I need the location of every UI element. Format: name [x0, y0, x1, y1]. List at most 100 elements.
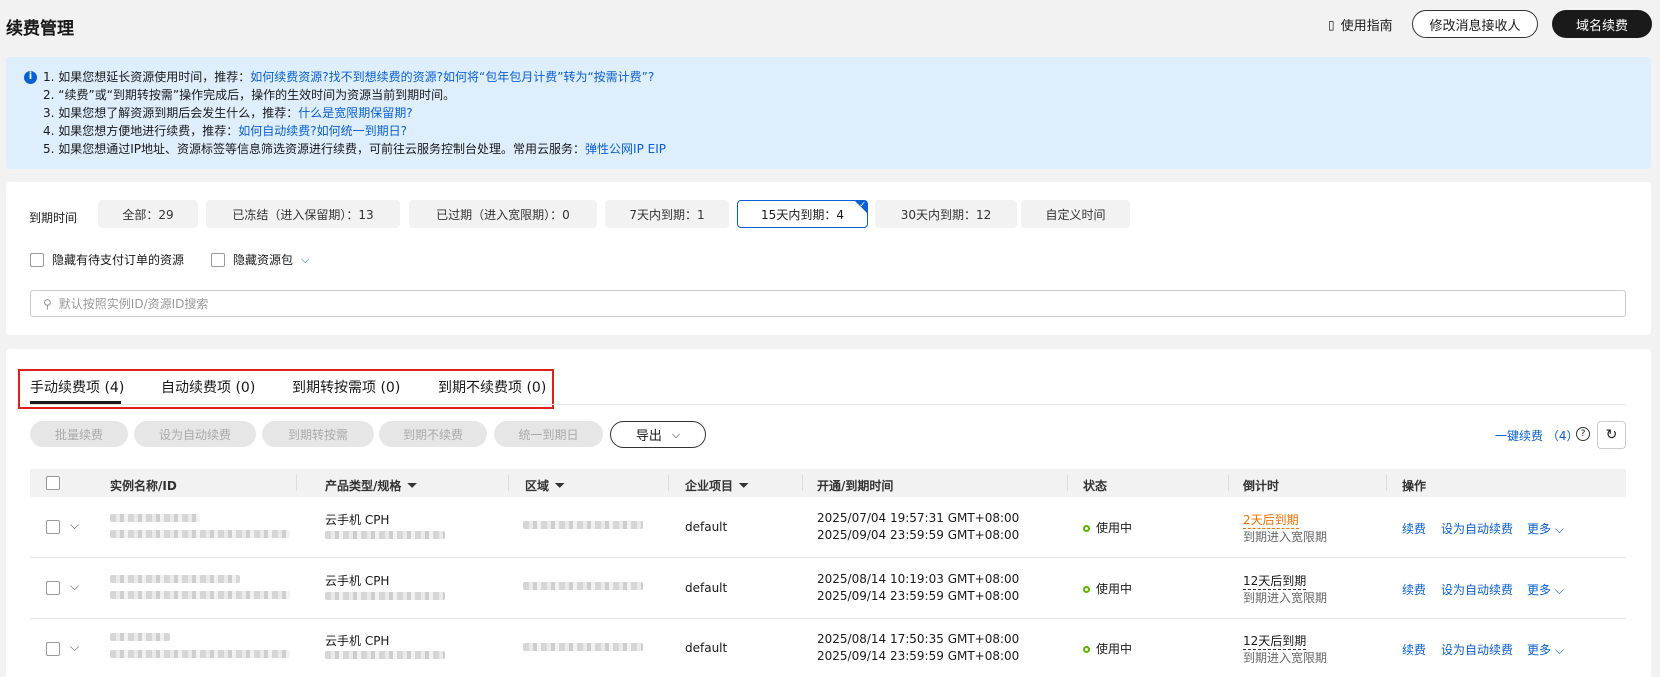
- info-icon: i: [24, 70, 37, 84]
- hide-pending-toggle[interactable]: 隐藏有待支付订单的资源: [30, 251, 184, 268]
- export-button[interactable]: 导出 ⌵: [610, 421, 706, 448]
- tab-auto-renew[interactable]: 自动续费项 (0): [161, 377, 255, 397]
- product-type: 云手机 CPH: [325, 574, 390, 588]
- link-cannot-find[interactable]: 找不到想续费的资源?: [329, 68, 443, 86]
- filter-icon[interactable]: ⏷: [407, 478, 417, 493]
- more-menu[interactable]: 更多 ⌵: [1527, 520, 1564, 537]
- row-checkbox[interactable]: [46, 520, 60, 534]
- chevron-down-icon: ⌵: [1554, 522, 1564, 536]
- instance-name-redacted: [110, 514, 200, 522]
- status-dot-icon: [1083, 646, 1090, 653]
- col-status: 状态: [1083, 479, 1108, 493]
- link-auto-renew[interactable]: 如何自动续费?: [238, 122, 316, 140]
- countdown-sub: 到期进入宽限期: [1243, 530, 1328, 544]
- chip-frozen[interactable]: 已冻结（进入保留期）：13: [206, 200, 400, 228]
- countdown: 12天后到期: [1243, 634, 1307, 650]
- chip-custom[interactable]: 自定义时间: [1021, 200, 1130, 228]
- instance-name-redacted: [110, 575, 240, 583]
- spec-redacted: [325, 651, 445, 659]
- region-redacted: [523, 521, 643, 529]
- to-ondemand-button[interactable]: 到期转按需: [262, 421, 374, 447]
- filter-icon[interactable]: ⏷: [739, 478, 749, 493]
- refresh-icon[interactable]: ↻: [1597, 421, 1626, 449]
- link-eip[interactable]: 弹性公网IP EIP: [585, 140, 666, 158]
- check-icon: ✓: [859, 200, 866, 209]
- col-time: 开通/到期时间: [817, 479, 894, 493]
- chip-30days[interactable]: 30天内到期：12: [875, 200, 1017, 228]
- open-time: 2025/08/14 17:50:35 GMT+08:00: [817, 632, 1020, 646]
- renew-link[interactable]: 续费: [1402, 520, 1426, 537]
- countdown: 2天后到期: [1243, 513, 1299, 529]
- filter-icon[interactable]: ⏷: [555, 478, 565, 493]
- batch-renew-button[interactable]: 批量续费: [30, 421, 128, 447]
- chevron-down-icon: ⌵: [671, 427, 681, 441]
- hide-package-toggle[interactable]: 隐藏资源包 ⌵: [211, 251, 309, 268]
- more-menu[interactable]: 更多 ⌵: [1527, 641, 1564, 658]
- renew-link[interactable]: 续费: [1402, 641, 1426, 658]
- link-grace-period[interactable]: 什么是宽限期保留期?: [298, 104, 412, 122]
- book-icon: ▯: [1328, 17, 1335, 32]
- domain-renew-button[interactable]: 域名续费: [1552, 10, 1652, 38]
- product-type: 云手机 CPH: [325, 634, 390, 648]
- help-icon[interactable]: ?: [1576, 427, 1590, 441]
- expand-chevron-icon[interactable]: ⌵: [70, 518, 79, 533]
- chevron-down-icon: ⌵: [1554, 643, 1564, 657]
- expire-time: 2025/09/14 23:59:59 GMT+08:00: [817, 589, 1020, 603]
- instance-id-redacted: [110, 650, 290, 658]
- region-redacted: [523, 582, 643, 590]
- product-type: 云手机 CPH: [325, 513, 390, 527]
- chevron-down-icon[interactable]: ⌵: [301, 253, 309, 267]
- region-redacted: [523, 643, 643, 651]
- row-checkbox[interactable]: [46, 642, 60, 656]
- hide-package-checkbox[interactable]: [211, 252, 225, 267]
- select-all-checkbox[interactable]: [46, 476, 60, 490]
- expand-chevron-icon[interactable]: ⌵: [70, 640, 79, 655]
- col-region[interactable]: 区域 ⏷: [525, 477, 565, 494]
- hide-pending-checkbox[interactable]: [30, 252, 44, 267]
- countdown-sub: 到期进入宽限期: [1243, 651, 1328, 665]
- tab-divider: [30, 404, 1626, 405]
- chip-expired[interactable]: 已过期（进入宽限期）：0: [409, 200, 597, 228]
- tab-manual-renew[interactable]: 手动续费项 (4): [30, 377, 124, 397]
- chevron-down-icon: ⌵: [1554, 583, 1564, 597]
- link-convert-ondemand[interactable]: 如何将“包年包月计费”转为“按需计费”?: [443, 68, 654, 86]
- col-product[interactable]: 产品类型/规格 ⏷: [325, 477, 417, 494]
- search-icon: ⚲: [43, 296, 52, 311]
- search-input[interactable]: ⚲ 默认按照实例ID/资源ID搜索: [30, 290, 1626, 317]
- set-auto-renew-link[interactable]: 设为自动续费: [1441, 581, 1513, 598]
- tab-no-renew[interactable]: 到期不续费项 (0): [438, 377, 546, 397]
- set-auto-renew-link[interactable]: 设为自动续费: [1441, 641, 1513, 658]
- status: 使用中: [1083, 580, 1132, 597]
- one-key-renew-link[interactable]: 一键续费 （4）: [1495, 427, 1578, 444]
- tab-to-ondemand[interactable]: 到期转按需项 (0): [292, 377, 400, 397]
- renew-link[interactable]: 续费: [1402, 581, 1426, 598]
- table-row: ⌵ 云手机 CPH default 2025/08/14 10:19:03 GM…: [30, 558, 1626, 619]
- expire-time-label: 到期时间: [29, 211, 78, 225]
- chip-15days[interactable]: 15天内到期：4 ✓: [737, 200, 868, 228]
- link-unify-date[interactable]: 如何统一到期日?: [317, 122, 407, 140]
- countdown-sub: 到期进入宽限期: [1243, 591, 1328, 605]
- chip-all[interactable]: 全部：29: [98, 200, 198, 228]
- guide-link[interactable]: ▯ 使用指南: [1328, 15, 1393, 35]
- row-checkbox[interactable]: [46, 581, 60, 595]
- set-auto-renew-link[interactable]: 设为自动续费: [1441, 520, 1513, 537]
- expand-chevron-icon[interactable]: ⌵: [70, 579, 79, 594]
- col-operation: 操作: [1402, 479, 1427, 493]
- col-countdown: 倒计时: [1243, 479, 1280, 493]
- countdown: 12天后到期: [1243, 574, 1307, 590]
- no-renew-button[interactable]: 到期不续费: [379, 421, 487, 447]
- col-project[interactable]: 企业项目 ⏷: [685, 477, 749, 494]
- expire-time: 2025/09/14 23:59:59 GMT+08:00: [817, 649, 1020, 663]
- table-row: ⌵ 云手机 CPH default 2025/07/04 19:57:31 GM…: [30, 497, 1626, 558]
- instance-id-redacted: [110, 591, 290, 599]
- link-how-renew[interactable]: 如何续费资源?: [250, 68, 328, 86]
- status: 使用中: [1083, 640, 1132, 657]
- set-auto-renew-button[interactable]: 设为自动续费: [134, 421, 256, 447]
- modify-receiver-button[interactable]: 修改消息接收人: [1412, 10, 1538, 38]
- unify-date-button[interactable]: 统一到期日: [494, 421, 603, 447]
- expire-time: 2025/09/04 23:59:59 GMT+08:00: [817, 528, 1020, 542]
- more-menu[interactable]: 更多 ⌵: [1527, 581, 1564, 598]
- chip-7days[interactable]: 7天内到期：1: [605, 200, 729, 228]
- notice-banner: i 1. 如果您想延长资源使用时间，推荐： 如何续费资源? 找不到想续费的资源?…: [6, 57, 1651, 169]
- status-dot-icon: [1083, 525, 1090, 532]
